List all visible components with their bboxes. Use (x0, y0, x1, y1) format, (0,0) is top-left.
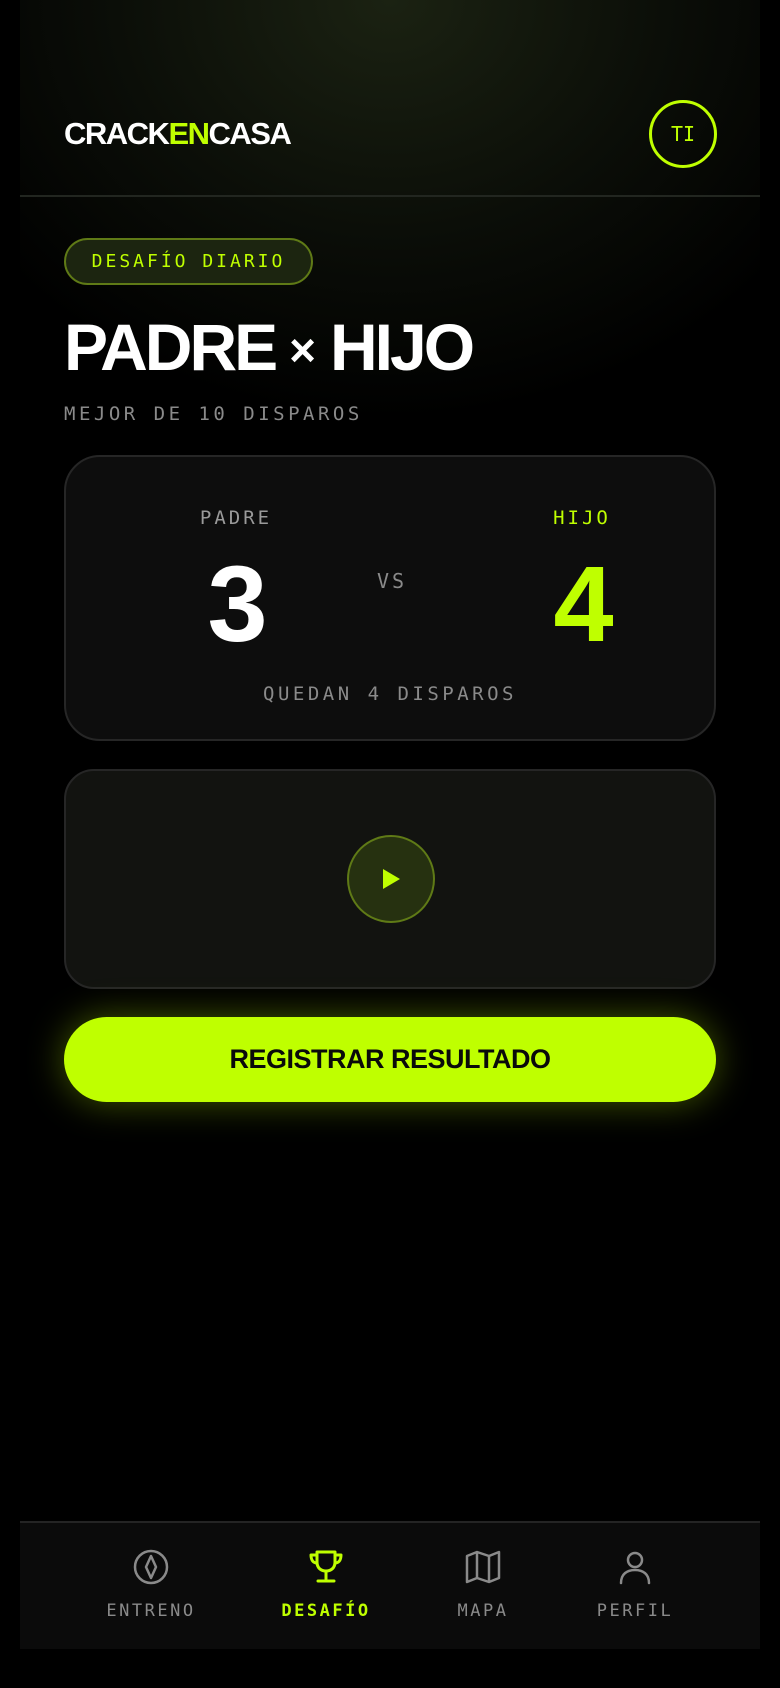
app-screen: CRACKENCASA TI DESAFÍO DIARIO PADRE × HI… (20, 0, 760, 1688)
player-hijo: HIJO 4 (482, 507, 682, 659)
map-icon (465, 1550, 501, 1584)
remaining-shots: QUEDAN 4 DISPAROS (263, 683, 517, 705)
logo-text-casa: CASA (208, 116, 292, 151)
page-subtitle: MEJOR DE 10 DISPAROS (64, 403, 363, 425)
nav-label-desafio: DESAFÍO (281, 1601, 371, 1621)
nav-item-perfil[interactable]: PERFIL (565, 1547, 705, 1621)
player-score-padre: 3 (207, 543, 267, 664)
play-icon (383, 869, 400, 889)
player-label-hijo: HIJO (553, 507, 611, 529)
score-card: PADRE 3 VS HIJO 4 QUEDAN 4 DISPAROS (64, 455, 716, 741)
app-logo: CRACKENCASA (64, 114, 292, 154)
nav-item-mapa[interactable]: MAPA (413, 1547, 553, 1621)
page-title: PADRE × HIJO (64, 310, 475, 384)
ball-icon (133, 1549, 169, 1585)
nav-item-entreno[interactable]: ENTRENO (81, 1547, 221, 1621)
title-left: PADRE (64, 310, 278, 384)
player-score-hijo: 4 (553, 543, 613, 664)
avatar-button[interactable]: TI (649, 100, 717, 168)
video-card[interactable] (64, 769, 716, 989)
title-right: HIJO (330, 310, 475, 384)
logo-text-en: EN (168, 116, 210, 151)
play-button[interactable] (347, 835, 435, 923)
header: CRACKENCASA TI (20, 0, 760, 197)
trophy-icon (309, 1550, 343, 1583)
nav-label-perfil: PERFIL (596, 1601, 674, 1621)
register-result-button[interactable]: REGISTRAR RESULTADO (64, 1017, 716, 1102)
nav-label-mapa: MAPA (457, 1601, 509, 1621)
vs-label: VS (376, 569, 408, 593)
logo-text-crack: CRACK (64, 116, 170, 151)
title-separator: × (289, 324, 317, 376)
daily-challenge-badge: DESAFÍO DIARIO (64, 238, 313, 285)
nav-item-desafio[interactable]: DESAFÍO (256, 1547, 396, 1621)
player-padre: PADRE 3 (136, 507, 336, 659)
nav-label-entreno: ENTRENO (106, 1601, 196, 1621)
user-icon (619, 1551, 651, 1585)
bottom-nav: ENTRENO DESAFÍO MAPA PERFIL (20, 1521, 760, 1649)
player-label-padre: PADRE (199, 507, 273, 529)
